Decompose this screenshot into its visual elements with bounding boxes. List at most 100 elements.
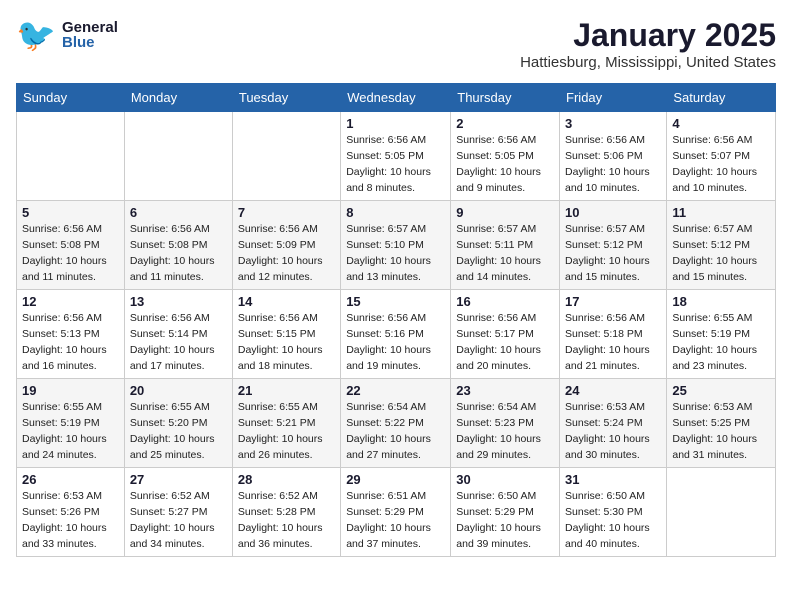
calendar-cell: 31 Sunrise: 6:50 AM Sunset: 5:30 PM Dayli… — [560, 468, 667, 557]
day-info: Sunrise: 6:56 AM Sunset: 5:08 PM Dayligh… — [130, 222, 227, 285]
day-number: 28 — [238, 472, 335, 487]
dow-header-saturday: Saturday — [667, 84, 776, 112]
day-number: 14 — [238, 294, 335, 309]
logo-bird-icon: 🐦 — [16, 16, 58, 54]
day-info: Sunrise: 6:54 AM Sunset: 5:23 PM Dayligh… — [456, 400, 554, 463]
dow-header-tuesday: Tuesday — [232, 84, 340, 112]
day-info: Sunrise: 6:57 AM Sunset: 5:10 PM Dayligh… — [346, 222, 445, 285]
svg-text:🐦: 🐦 — [16, 17, 56, 53]
day-number: 23 — [456, 383, 554, 398]
day-number: 11 — [672, 205, 770, 220]
day-number: 19 — [22, 383, 119, 398]
dow-header-thursday: Thursday — [451, 84, 560, 112]
dow-header-wednesday: Wednesday — [341, 84, 451, 112]
day-info: Sunrise: 6:56 AM Sunset: 5:06 PM Dayligh… — [565, 133, 661, 196]
calendar-week-4: 19Sunrise: 6:55 AM Sunset: 5:19 PM Dayli… — [17, 379, 776, 468]
day-info: Sunrise: 6:56 AM Sunset: 5:05 PM Dayligh… — [456, 133, 554, 196]
calendar-week-2: 5 Sunrise: 6:56 AM Sunset: 5:08 PM Daylig… — [17, 201, 776, 290]
day-number: 3 — [565, 116, 661, 131]
day-number: 2 — [456, 116, 554, 131]
calendar-cell: 13 Sunrise: 6:56 AM Sunset: 5:14 PM Dayli… — [124, 290, 232, 379]
calendar-cell — [124, 112, 232, 201]
calendar-cell: 24 Sunrise: 6:53 AM Sunset: 5:24 PM Dayli… — [560, 379, 667, 468]
day-info: Sunrise: 6:57 AM Sunset: 5:12 PM Dayligh… — [565, 222, 661, 285]
day-number: 24 — [565, 383, 661, 398]
day-info: Sunrise: 6:56 AM Sunset: 5:09 PM Dayligh… — [238, 222, 335, 285]
logo[interactable]: 🐦 General Blue — [16, 16, 118, 54]
day-number: 5 — [22, 205, 119, 220]
day-info: Sunrise: 6:52 AM Sunset: 5:27 PM Dayligh… — [130, 489, 227, 552]
calendar-table: SundayMondayTuesdayWednesdayThursdayFrid… — [16, 83, 776, 557]
day-number: 20 — [130, 383, 227, 398]
day-number: 18 — [672, 294, 770, 309]
day-number: 30 — [456, 472, 554, 487]
day-number: 25 — [672, 383, 770, 398]
day-info: Sunrise: 6:51 AM Sunset: 5:29 PM Dayligh… — [346, 489, 445, 552]
dow-header-monday: Monday — [124, 84, 232, 112]
subtitle: Hattiesburg, Mississippi, United States — [520, 54, 776, 71]
day-info: Sunrise: 6:56 AM Sunset: 5:17 PM Dayligh… — [456, 311, 554, 374]
calendar-cell: 6 Sunrise: 6:56 AM Sunset: 5:08 PM Daylig… — [124, 201, 232, 290]
calendar-cell: 27 Sunrise: 6:52 AM Sunset: 5:27 PM Dayli… — [124, 468, 232, 557]
day-info: Sunrise: 6:54 AM Sunset: 5:22 PM Dayligh… — [346, 400, 445, 463]
title-block: January 2025 Hattiesburg, Mississippi, U… — [520, 16, 776, 71]
day-info: Sunrise: 6:56 AM Sunset: 5:18 PM Dayligh… — [565, 311, 661, 374]
calendar-cell: 30Sunrise: 6:50 AM Sunset: 5:29 PM Dayli… — [451, 468, 560, 557]
day-number: 16 — [456, 294, 554, 309]
calendar-cell: 14Sunrise: 6:56 AM Sunset: 5:15 PM Dayli… — [232, 290, 340, 379]
header-area: 🐦 General Blue January 2025 Hattiesburg,… — [16, 16, 776, 71]
calendar-cell: 22Sunrise: 6:54 AM Sunset: 5:22 PM Dayli… — [341, 379, 451, 468]
day-info: Sunrise: 6:55 AM Sunset: 5:20 PM Dayligh… — [130, 400, 227, 463]
calendar-cell: 23 Sunrise: 6:54 AM Sunset: 5:23 PM Dayli… — [451, 379, 560, 468]
day-number: 13 — [130, 294, 227, 309]
day-number: 17 — [565, 294, 661, 309]
calendar-cell: 25 Sunrise: 6:53 AM Sunset: 5:25 PM Dayli… — [667, 379, 776, 468]
day-info: Sunrise: 6:53 AM Sunset: 5:24 PM Dayligh… — [565, 400, 661, 463]
calendar-week-5: 26Sunrise: 6:53 AM Sunset: 5:26 PM Dayli… — [17, 468, 776, 557]
day-number: 31 — [565, 472, 661, 487]
day-info: Sunrise: 6:57 AM Sunset: 5:11 PM Dayligh… — [456, 222, 554, 285]
day-number: 1 — [346, 116, 445, 131]
calendar-week-1: 1 Sunrise: 6:56 AM Sunset: 5:05 PM Daylig… — [17, 112, 776, 201]
calendar-cell: 1 Sunrise: 6:56 AM Sunset: 5:05 PM Daylig… — [341, 112, 451, 201]
day-info: Sunrise: 6:56 AM Sunset: 5:16 PM Dayligh… — [346, 311, 445, 374]
day-info: Sunrise: 6:52 AM Sunset: 5:28 PM Dayligh… — [238, 489, 335, 552]
day-info: Sunrise: 6:50 AM Sunset: 5:30 PM Dayligh… — [565, 489, 661, 552]
day-number: 4 — [672, 116, 770, 131]
calendar-cell: 4 Sunrise: 6:56 AM Sunset: 5:07 PM Daylig… — [667, 112, 776, 201]
day-info: Sunrise: 6:57 AM Sunset: 5:12 PM Dayligh… — [672, 222, 770, 285]
calendar-cell: 16 Sunrise: 6:56 AM Sunset: 5:17 PM Dayli… — [451, 290, 560, 379]
calendar-cell: 2 Sunrise: 6:56 AM Sunset: 5:05 PM Daylig… — [451, 112, 560, 201]
day-info: Sunrise: 6:56 AM Sunset: 5:08 PM Dayligh… — [22, 222, 119, 285]
calendar-cell: 12Sunrise: 6:56 AM Sunset: 5:13 PM Dayli… — [17, 290, 125, 379]
calendar-cell: 28 Sunrise: 6:52 AM Sunset: 5:28 PM Dayli… — [232, 468, 340, 557]
day-number: 6 — [130, 205, 227, 220]
day-number: 8 — [346, 205, 445, 220]
day-number: 21 — [238, 383, 335, 398]
day-info: Sunrise: 6:55 AM Sunset: 5:21 PM Dayligh… — [238, 400, 335, 463]
calendar-cell: 19Sunrise: 6:55 AM Sunset: 5:19 PM Dayli… — [17, 379, 125, 468]
calendar-cell: 11 Sunrise: 6:57 AM Sunset: 5:12 PM Dayli… — [667, 201, 776, 290]
day-info: Sunrise: 6:56 AM Sunset: 5:14 PM Dayligh… — [130, 311, 227, 374]
day-info: Sunrise: 6:55 AM Sunset: 5:19 PM Dayligh… — [672, 311, 770, 374]
day-number: 27 — [130, 472, 227, 487]
calendar-cell: 5 Sunrise: 6:56 AM Sunset: 5:08 PM Daylig… — [17, 201, 125, 290]
dow-header-friday: Friday — [560, 84, 667, 112]
day-info: Sunrise: 6:56 AM Sunset: 5:07 PM Dayligh… — [672, 133, 770, 196]
calendar-cell: 17 Sunrise: 6:56 AM Sunset: 5:18 PM Dayli… — [560, 290, 667, 379]
day-info: Sunrise: 6:56 AM Sunset: 5:13 PM Dayligh… — [22, 311, 119, 374]
day-info: Sunrise: 6:56 AM Sunset: 5:05 PM Dayligh… — [346, 133, 445, 196]
calendar-cell — [232, 112, 340, 201]
logo-blue: Blue — [62, 35, 118, 50]
day-number: 10 — [565, 205, 661, 220]
day-number: 7 — [238, 205, 335, 220]
day-info: Sunrise: 6:53 AM Sunset: 5:25 PM Dayligh… — [672, 400, 770, 463]
calendar-cell: 8 Sunrise: 6:57 AM Sunset: 5:10 PM Daylig… — [341, 201, 451, 290]
logo-general: General — [62, 20, 118, 35]
calendar-cell — [17, 112, 125, 201]
day-number: 15 — [346, 294, 445, 309]
main-title: January 2025 — [520, 16, 776, 54]
calendar-cell: 20 Sunrise: 6:55 AM Sunset: 5:20 PM Dayli… — [124, 379, 232, 468]
day-number: 29 — [346, 472, 445, 487]
day-number: 9 — [456, 205, 554, 220]
